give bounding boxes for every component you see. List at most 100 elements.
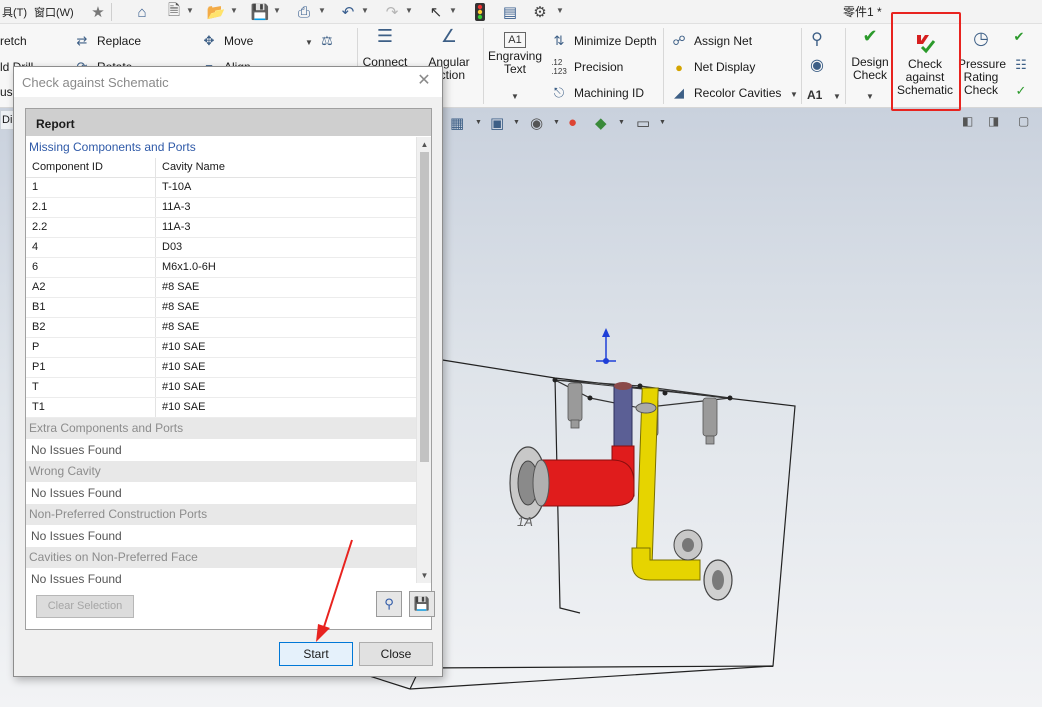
gear-icon[interactable]: ⚙ [530,2,550,22]
extra-components-section-header[interactable]: Extra Components and Ports [26,418,416,439]
engraving-label-1: Engraving [487,49,543,63]
non-preferred-ports-section-header[interactable]: Non-Preferred Construction Ports [26,504,416,525]
menu-tools[interactable]: 具(T) [2,4,27,20]
engraving-text-button[interactable]: A1 Engraving Text [486,32,544,76]
recolor-cavities-button[interactable]: ◢ Recolor Cavities [670,84,781,102]
check-tree-icon[interactable]: ✔ [1010,28,1028,46]
chevron-down-icon[interactable]: ▼ [449,6,457,15]
move-button[interactable]: ✥ Move [200,32,254,50]
export-report-button[interactable]: 💾 [409,591,435,617]
cavity-name: 11A-3 [162,221,191,233]
table-row[interactable]: A2 #8 SAE [26,278,416,298]
save-icon[interactable]: 💾 [250,2,270,22]
precision-button[interactable]: .12.123 Precision [550,58,623,76]
table-row[interactable]: P1 #10 SAE [26,358,416,378]
highlight-box [891,12,961,111]
cavity-name: #8 SAE [162,281,200,293]
chevron-down-icon[interactable]: ▼ [318,6,326,15]
missing-section-header[interactable]: Missing Components and Ports [26,137,416,158]
chevron-down-icon[interactable]: ▼ [866,92,874,101]
chevron-down-icon[interactable]: ▼ [186,6,194,15]
cavity-name: #10 SAE [162,341,206,353]
table-row[interactable]: 2.2 11A-3 [26,218,416,238]
gauge-icon: ◷ [973,28,989,48]
traffic-light-icon[interactable] [470,2,490,22]
pressure-rating-check-button[interactable]: ◷ Pressure Rating Check [958,28,1006,97]
replace-button[interactable]: ⇄ Replace [73,32,141,50]
precision-label: Precision [574,60,624,74]
vertical-scrollbar[interactable]: ▲ ▼ [416,137,431,583]
wrong-cavity-section-header[interactable]: Wrong Cavity [26,461,416,482]
column-header-component[interactable]: Component ID [26,158,156,177]
table-row[interactable]: 6 M6x1.0-6H [26,258,416,278]
start-button[interactable]: Start [279,642,353,666]
hierarchy-icon[interactable]: ☷ [1012,56,1030,74]
file-props-icon[interactable]: ▤ [500,2,520,22]
table-row[interactable]: T #10 SAE [26,378,416,398]
design-check-button[interactable]: ✔ Design Check [848,26,892,82]
undo-icon[interactable]: ↶ [338,2,358,22]
open-icon[interactable]: 📂 [206,2,226,22]
net-display-button[interactable]: ● Net Display [670,58,755,76]
chevron-down-icon[interactable]: ▼ [511,92,519,101]
document-title: 零件1 * [843,5,882,19]
cavity-name: #10 SAE [162,361,206,373]
port-label-1a: 1A [517,514,533,529]
zoom-to-selection-button[interactable]: ⚲ [376,591,402,617]
table-row[interactable]: B1 #8 SAE [26,298,416,318]
scrollbar-thumb[interactable] [420,152,429,462]
print-icon[interactable]: ⎙ [294,2,314,22]
net-display-label: Net Display [694,60,756,74]
chevron-down-icon[interactable]: ▼ [556,6,564,15]
chevron-down-icon[interactable]: ▼ [361,6,369,15]
chevron-down-icon[interactable]: ▼ [273,6,281,15]
close-button[interactable]: Close [359,642,433,666]
non-preferred-face-section-header[interactable]: Cavities on Non-Preferred Face [26,547,416,568]
clear-selection-button[interactable]: Clear Selection [36,595,134,618]
report-list[interactable]: Missing Components and Ports Component I… [26,137,416,583]
component-id: 6 [26,258,156,277]
chevron-down-icon[interactable]: ▼ [790,90,798,99]
assign-net-label: Assign Net [694,34,753,48]
cavity-name: #8 SAE [162,301,200,313]
minimize-depth-button[interactable]: ⇅ Minimize Depth [550,32,657,50]
table-row[interactable]: 2.1 11A-3 [26,198,416,218]
check-connection-icon[interactable]: ✓ [1012,82,1030,100]
assign-net-button[interactable]: ☍ Assign Net [670,32,752,50]
redo-icon[interactable]: ↷ [382,2,402,22]
scroll-up-icon[interactable]: ▲ [417,137,432,152]
save-report-icon: 💾 [413,596,431,611]
home-icon[interactable]: ⌂ [132,2,152,22]
a1-badge[interactable]: A1 [807,88,822,102]
chevron-down-icon[interactable]: ▼ [833,92,841,101]
report-panel: Report Missing Components and Ports Comp… [25,108,435,630]
menu-window[interactable]: 窗口(W) [34,4,74,20]
recolor-cavities-label: Recolor Cavities [694,86,782,100]
engraving-label-2: Text [503,62,526,76]
chevron-down-icon[interactable]: ▼ [305,38,313,47]
chevron-down-icon[interactable]: ▼ [405,6,413,15]
search-icon[interactable]: ⚲ [808,30,826,48]
column-header-cavity[interactable]: Cavity Name [156,158,416,177]
scroll-down-icon[interactable]: ▼ [417,568,432,583]
chevron-down-icon[interactable]: ▼ [230,6,238,15]
table-row[interactable]: 4 D03 [26,238,416,258]
eye-icon[interactable]: ◉ [808,56,826,74]
select-icon[interactable]: ↖ [426,2,446,22]
dialog-titlebar[interactable]: Check against Schematic ✕ [14,67,442,97]
design-check-icon: ✔ [862,26,878,46]
assign-net-icon: ☍ [672,33,686,48]
component-icon[interactable]: ⚖ [318,32,336,50]
connect-button[interactable]: ☰ Connect [362,27,408,69]
machining-id-button[interactable]: ⎋ Machining ID [550,84,644,102]
new-file-icon[interactable]: 🗎 [164,2,184,22]
table-row[interactable]: 1 T-10A [26,178,416,198]
move-icon: ✥ [203,33,215,48]
table-row[interactable]: B2 #8 SAE [26,318,416,338]
pin-icon[interactable]: ★ [88,2,108,22]
table-row[interactable]: T1 #10 SAE [26,398,416,418]
magnifier-icon: ⚲ [384,596,394,611]
table-row[interactable]: P #10 SAE [26,338,416,358]
stretch-command[interactable]: retch [0,34,27,48]
close-icon[interactable]: ✕ [414,71,434,91]
